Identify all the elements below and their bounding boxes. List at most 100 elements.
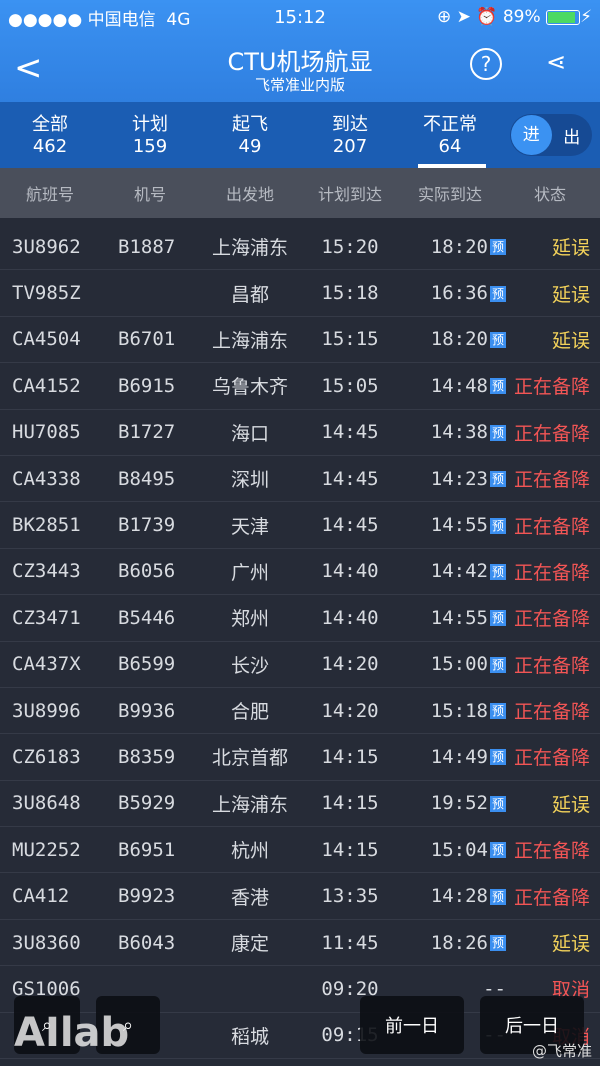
table-row[interactable]: TV985Z 昌都 15:18 16:36 预 延误	[0, 270, 600, 317]
table-row[interactable]: CA4504 B6701 上海浦东 15:15 18:20 预 延误	[0, 317, 600, 364]
toggle-out[interactable]: 出	[552, 123, 593, 148]
table-row[interactable]: 3U8648 B5929 上海浦东 14:15 19:52 预 延误	[0, 781, 600, 828]
table-row[interactable]: CA4338 B8495 深圳 14:45 14:23 预 正在备降	[0, 456, 600, 503]
actual-arrival: 18:20 预	[430, 235, 506, 258]
help-icon[interactable]: ?	[470, 48, 502, 80]
tab-count: 49	[238, 136, 262, 157]
flight-number: CZ3471	[12, 606, 81, 629]
actual-arrival: 18:26 预	[430, 931, 506, 954]
column-header[interactable]: 机号	[100, 181, 200, 205]
tab-count: 462	[32, 136, 68, 157]
table-row[interactable]: CA437X B6599 长沙 14:20 15:00 预 正在备降	[0, 642, 600, 688]
status: 正在备降	[513, 840, 590, 863]
tab-label: 不正常	[423, 114, 477, 135]
estimated-badge: 预	[490, 749, 506, 766]
share-icon[interactable]: ⋖	[546, 48, 566, 76]
origin: 康定	[230, 933, 269, 956]
aircraft-reg: B6915	[118, 374, 176, 397]
column-header[interactable]: 出发地	[200, 181, 300, 205]
column-header[interactable]: 状态	[500, 181, 600, 205]
column-header[interactable]: 计划到达	[300, 181, 400, 205]
tab-count: 207	[332, 136, 368, 157]
flight-number: MU2252	[12, 838, 81, 861]
estimated-badge: 预	[490, 656, 506, 673]
table-row[interactable]: CA4152 B6915 乌鲁木齐 15:05 14:48 预 正在备降	[0, 363, 600, 410]
aircraft-reg: B5446	[118, 606, 176, 629]
table-row[interactable]: CZ3471 B5446 郑州 14:40 14:55 预 正在备降	[0, 595, 600, 642]
toggle-in[interactable]: 进	[511, 115, 552, 155]
table-row[interactable]: HU7085 B1727 海口 14:45 14:38 预 正在备降	[0, 410, 600, 456]
tab-count: 159	[132, 136, 168, 157]
status: 正在备降	[513, 469, 590, 492]
origin: 杭州	[230, 840, 269, 863]
status: 延误	[551, 237, 590, 260]
flight-number: CZ3443	[12, 560, 81, 583]
actual-arrival: 14:23 预	[430, 467, 506, 490]
flight-table: 3U8962 B1887 上海浦东 15:20 18:20 预 延误 TV985Z…	[0, 218, 600, 1060]
table-row[interactable]: CZ3443 B6056 广州 14:40 14:42 预 正在备降	[0, 549, 600, 596]
tab-4[interactable]: 不正常 64	[400, 102, 500, 168]
aircraft-reg: B6951	[118, 838, 176, 861]
scheduled-arrival: 14:40	[321, 560, 379, 583]
origin: 深圳	[230, 469, 269, 492]
estimated-badge: 预	[490, 424, 506, 441]
scheduled-arrival: 14:15	[321, 838, 379, 861]
column-header[interactable]: 航班号	[0, 181, 100, 205]
scheduled-arrival: 15:20	[321, 235, 379, 258]
actual-arrival: 16:36 预	[430, 282, 506, 305]
status: 延误	[551, 329, 590, 352]
page-subtitle: 飞常准业内版	[254, 76, 345, 94]
actual-arrival: 14:28 预	[430, 885, 506, 908]
status: 延误	[551, 933, 590, 956]
estimated-badge: 预	[490, 842, 506, 859]
scheduled-arrival: 14:20	[321, 699, 379, 722]
actual-arrival: 14:49 预	[430, 745, 506, 768]
scheduled-arrival: 14:15	[321, 792, 379, 815]
estimated-badge: 预	[490, 563, 506, 580]
tab-label: 全部	[32, 114, 68, 135]
flight-number: CA437X	[12, 653, 81, 676]
flight-number: 3U8996	[12, 699, 81, 722]
table-row[interactable]: 3U8996 B9936 合肥 14:20 15:18 预 正在备降	[0, 688, 600, 735]
prev-day-button[interactable]: 前一日	[360, 996, 464, 1054]
actual-arrival: 15:00 预	[430, 653, 506, 676]
scheduled-arrival: 14:45	[321, 514, 379, 537]
actual-arrival: 14:48 预	[430, 374, 506, 397]
actual-arrival: 14:42 预	[430, 560, 506, 583]
table-row[interactable]: 3U8962 B1887 上海浦东 15:20 18:20 预 延误	[0, 224, 600, 271]
actual-arrival: 14:55 预	[430, 514, 506, 537]
origin: 昌都	[230, 283, 269, 306]
table-row[interactable]: 3U8360 B6043 康定 11:45 18:26 预 延误	[0, 920, 600, 967]
table-row[interactable]: CA412 B9923 香港 13:35 14:28 预 正在备降	[0, 873, 600, 920]
aircraft-reg: B9936	[118, 699, 176, 722]
table-row[interactable]: BK2851 B1739 天津 14:45 14:55 预 正在备降	[0, 502, 600, 549]
estimated-badge: 预	[490, 378, 506, 395]
filter-tabs: 全部 462 计划 159 起飞 49 到达 207 不正常 64 进出	[0, 102, 600, 168]
in-out-toggle[interactable]: 进出	[510, 114, 592, 156]
scheduled-arrival: 15:15	[321, 328, 379, 351]
scheduled-arrival: 14:45	[321, 467, 379, 490]
tab-label: 起飞	[232, 114, 268, 135]
table-row[interactable]: CZ6183 B8359 北京首都 14:15 14:49 预 正在备降	[0, 734, 600, 781]
status: 正在备降	[513, 747, 590, 770]
origin: 稻城	[230, 1025, 269, 1048]
scheduled-arrival: 15:18	[321, 282, 379, 305]
aircraft-reg: B8495	[118, 467, 176, 490]
aircraft-reg: B9923	[118, 885, 176, 908]
tab-1[interactable]: 计划 159	[100, 102, 200, 168]
tab-3[interactable]: 到达 207	[300, 102, 400, 168]
table-row[interactable]: MU2252 B6951 杭州 14:15 15:04 预 正在备降	[0, 827, 600, 874]
flight-number: 3U8360	[12, 931, 81, 954]
table-header: 航班号 机号 出发地 计划到达 实际到达 状态	[0, 168, 600, 218]
tab-0[interactable]: 全部 462	[0, 102, 100, 168]
column-header[interactable]: 实际到达	[400, 181, 500, 205]
status: 延误	[551, 793, 590, 816]
tab-label: 计划	[132, 114, 168, 135]
status: 正在备降	[513, 654, 590, 677]
actual-arrival: 15:18 预	[430, 699, 506, 722]
status: 正在备降	[513, 561, 590, 584]
origin: 乌鲁木齐	[211, 376, 288, 399]
watermark-logo: AIlab	[14, 1010, 130, 1056]
tab-2[interactable]: 起飞 49	[200, 102, 300, 168]
status: 正在备降	[513, 886, 590, 909]
